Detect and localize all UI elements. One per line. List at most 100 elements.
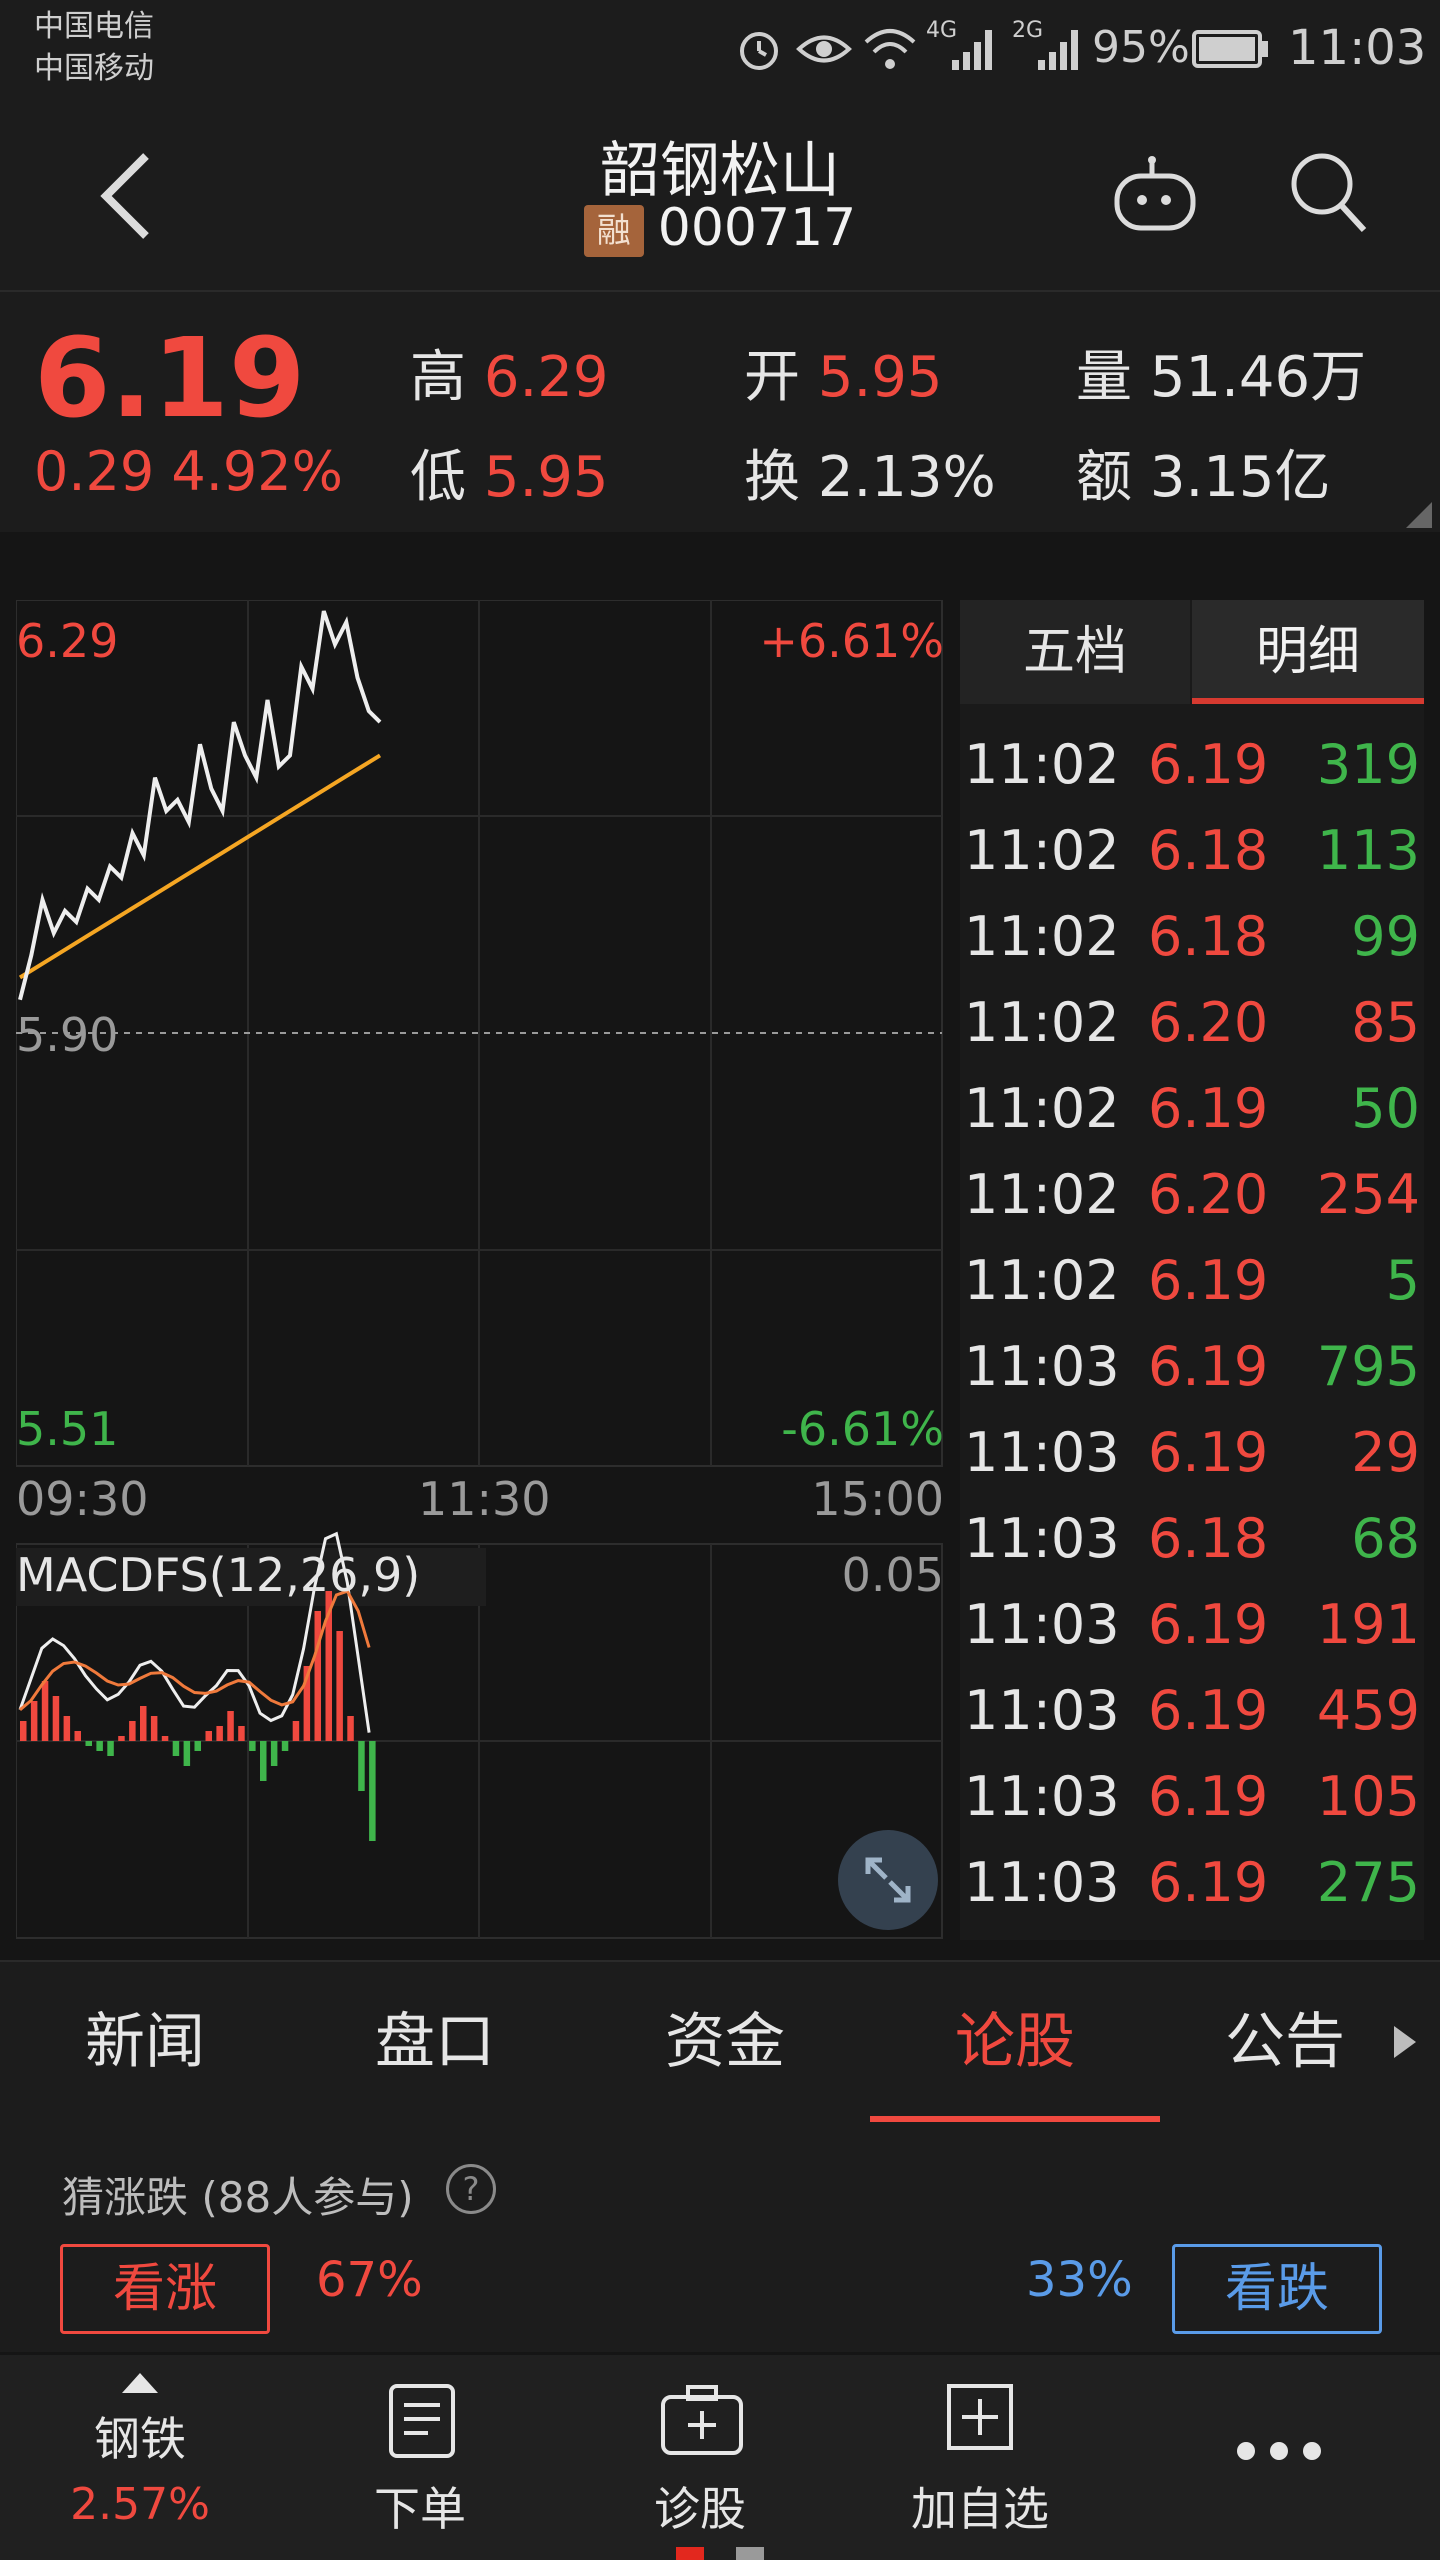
macd-bar bbox=[20, 1721, 27, 1741]
macd-label: MACDFS(12,26,9) bbox=[16, 1548, 421, 1602]
sector-button[interactable]: 钢铁 2.57% bbox=[40, 2355, 240, 2560]
tab-announcements[interactable]: 公告 bbox=[1160, 1962, 1410, 2122]
amount-label: 额 bbox=[1076, 445, 1132, 510]
trade-time: 11:03 bbox=[964, 1851, 1120, 1914]
diagnose-button[interactable]: 诊股 bbox=[600, 2355, 800, 2560]
open-item: 开 5.95 bbox=[744, 332, 943, 413]
trade-volume: 5 bbox=[1385, 1249, 1420, 1312]
macd-bar bbox=[172, 1741, 180, 1756]
macd-max: 0.05 bbox=[841, 1548, 944, 1602]
trade-time: 11:02 bbox=[964, 1249, 1120, 1312]
order-button[interactable]: 下单 bbox=[320, 2355, 520, 2560]
macd-bar bbox=[107, 1741, 114, 1756]
amount-item: 额 3.15亿 bbox=[1076, 432, 1331, 513]
x-axis-start: 09:30 bbox=[16, 1472, 149, 1526]
chart-svg bbox=[15, 599, 943, 1939]
expand-corner-icon[interactable] bbox=[1406, 502, 1432, 528]
more-tabs-arrow-icon[interactable] bbox=[1394, 2026, 1416, 2058]
macd-bar bbox=[249, 1741, 256, 1751]
trade-row: 11:02 6.20 254 bbox=[960, 1152, 1424, 1238]
macd-bar bbox=[358, 1741, 365, 1791]
x-axis-mid: 11:30 bbox=[418, 1472, 551, 1526]
battery-pct: 95% bbox=[1092, 22, 1190, 73]
signal-icon-2 bbox=[1038, 30, 1078, 70]
search-icon[interactable] bbox=[1288, 150, 1368, 234]
macd-bar bbox=[140, 1706, 147, 1741]
fullscreen-button[interactable] bbox=[838, 1830, 938, 1930]
intraday-chart[interactable]: 6.29 +6.61% 5.90 5.51 -6.61% 09:30 11:30… bbox=[15, 599, 944, 1940]
add-watchlist-button[interactable]: 加自选 bbox=[880, 2355, 1080, 2560]
trade-time: 11:03 bbox=[964, 1765, 1120, 1828]
tab-trade-detail[interactable]: 明细 bbox=[1192, 600, 1424, 704]
partial-row-content: 11:02 6.19 bbox=[960, 704, 1424, 722]
price-change: 0.29 4.92% bbox=[34, 440, 343, 503]
expand-icon bbox=[865, 1857, 911, 1903]
volume-value: 51.46万 bbox=[1149, 345, 1367, 410]
partial-row-time: 11:02 bbox=[964, 704, 1120, 722]
change-amount: 0.29 bbox=[34, 440, 155, 503]
x-axis-end: 15:00 bbox=[811, 1472, 944, 1526]
trade-row: 11:03 6.19 275 bbox=[960, 1840, 1424, 1926]
trade-rows[interactable]: 11:02 6.19 319 11:02 6.18 113 11:02 6.18 99 11:02… bbox=[960, 722, 1424, 1940]
trade-row: 11:03 6.18 68 bbox=[960, 1496, 1424, 1582]
change-percent: 4.92% bbox=[171, 440, 343, 503]
bottom-toolbar: 钢铁 2.57% 下单 诊股 加自选 bbox=[0, 2355, 1440, 2560]
signal-icon bbox=[952, 30, 992, 70]
caret-up-icon bbox=[122, 2373, 158, 2393]
macd-bar bbox=[150, 1716, 158, 1741]
trade-time: 11:02 bbox=[964, 905, 1120, 968]
trade-price: 6.19 bbox=[1148, 733, 1269, 796]
robot-icon[interactable] bbox=[1112, 156, 1202, 236]
trade-price: 6.19 bbox=[1148, 1421, 1269, 1484]
macd-bar bbox=[281, 1741, 289, 1751]
trade-price: 6.18 bbox=[1148, 819, 1269, 882]
trade-volume: 113 bbox=[1316, 819, 1420, 882]
tab-discussion[interactable]: 论股 bbox=[870, 1962, 1160, 2122]
bullish-percent: 67% bbox=[316, 2252, 423, 2308]
macd-bar bbox=[336, 1631, 343, 1741]
amount-value: 3.15亿 bbox=[1149, 445, 1331, 510]
trade-volume: 29 bbox=[1351, 1421, 1420, 1484]
trade-price: 6.19 bbox=[1148, 1679, 1269, 1742]
tab-market[interactable]: 盘口 bbox=[290, 1962, 580, 2122]
bullish-button[interactable]: 看涨 bbox=[60, 2244, 270, 2334]
macd-bar bbox=[238, 1726, 245, 1741]
help-icon[interactable]: ? bbox=[446, 2164, 496, 2214]
trade-volume: 795 bbox=[1316, 1335, 1420, 1398]
high-label: 高 bbox=[410, 345, 466, 410]
section-tabs: 新闻 盘口 资金 论股 公告 bbox=[0, 1960, 1440, 2124]
sector-name: 钢铁 bbox=[94, 2412, 186, 2466]
tab-news[interactable]: 新闻 bbox=[0, 1962, 290, 2122]
vote-title: 猜涨跌 bbox=[62, 2173, 189, 2222]
macd-bar bbox=[118, 1736, 125, 1741]
trade-time: 11:03 bbox=[964, 1507, 1120, 1570]
macd-bar bbox=[260, 1741, 267, 1781]
trade-price: 6.19 bbox=[1148, 1593, 1269, 1656]
stock-header: 韶钢松山 融 000717 bbox=[0, 100, 1440, 292]
eye-icon bbox=[796, 35, 852, 63]
alarm-icon bbox=[740, 32, 778, 70]
turnover-item: 换 2.13% bbox=[744, 432, 996, 513]
trade-time: 11:03 bbox=[964, 1679, 1120, 1742]
last-price: 6.19 bbox=[34, 314, 306, 442]
tab-funds[interactable]: 资金 bbox=[580, 1962, 870, 2122]
y-axis-mid: 5.90 bbox=[16, 1008, 119, 1062]
more-options-icon[interactable] bbox=[1234, 2439, 1324, 2463]
trade-time: 11:03 bbox=[964, 1335, 1120, 1398]
trade-price: 6.19 bbox=[1148, 1851, 1269, 1914]
turnover-value: 2.13% bbox=[817, 445, 996, 510]
macd-bar bbox=[216, 1726, 223, 1741]
bearish-button[interactable]: 看跌 bbox=[1172, 2244, 1382, 2334]
diagnose-label: 诊股 bbox=[654, 2482, 746, 2536]
trade-price: 6.20 bbox=[1148, 991, 1269, 1054]
low-label: 低 bbox=[410, 445, 466, 510]
y-axis-top: 6.29 bbox=[16, 614, 119, 668]
trade-row: 11:03 6.19 191 bbox=[960, 1582, 1424, 1668]
quote-panel: 6.19 0.29 4.92% 高 6.29 低 5.95 开 5.95 换 2… bbox=[0, 292, 1440, 532]
tab-order-book[interactable]: 五档 bbox=[960, 600, 1190, 704]
y-axis-top-pct: +6.61% bbox=[759, 614, 944, 668]
battery-icon bbox=[1192, 30, 1268, 68]
open-value: 5.95 bbox=[817, 345, 943, 410]
trade-volume: 85 bbox=[1351, 991, 1420, 1054]
carrier-2: 中国移动 bbox=[34, 51, 154, 86]
